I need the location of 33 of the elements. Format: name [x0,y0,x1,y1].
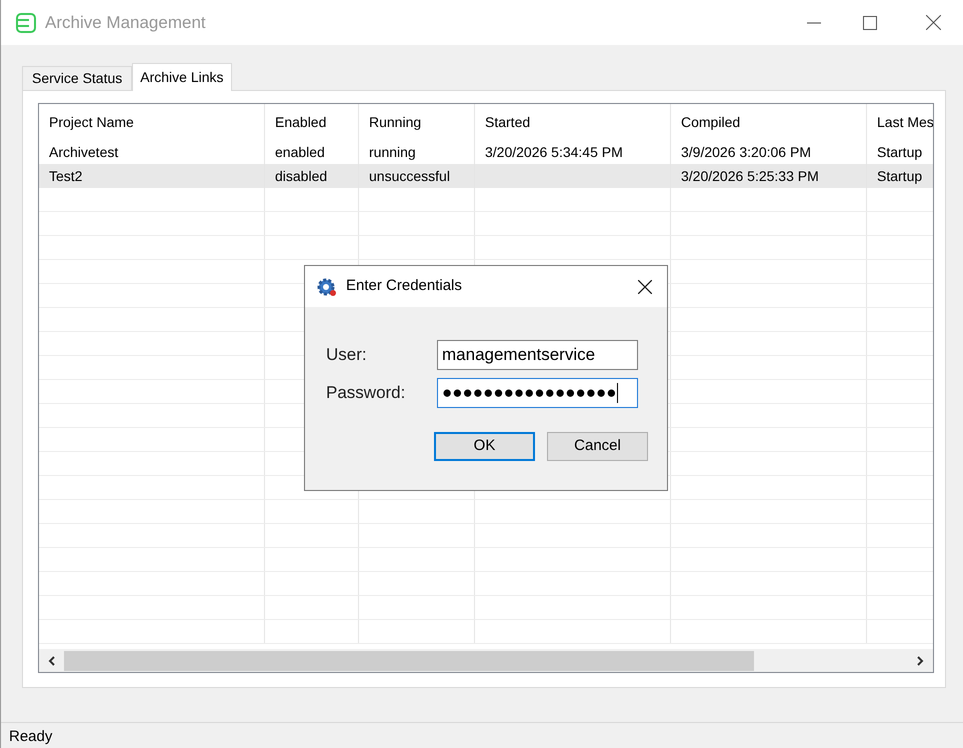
table-cell-text: Test2 [49,166,82,186]
table-cell-text: Startup [877,142,922,162]
scroll-right-icon[interactable] [917,656,924,666]
horizontal-scrollbar[interactable] [39,649,933,672]
maximize-icon [863,16,877,30]
table-cell-text: Archivetest [49,142,118,162]
app-icon [15,12,37,34]
minimize-icon [807,22,821,24]
scrollbar-thumb[interactable] [64,650,754,670]
input-field[interactable]: ●●●●●●●●●●●●●●●●● [437,378,638,408]
close-icon [638,280,652,294]
tab[interactable]: Archive Links [132,63,232,91]
table-cell-text: 3/20/2026 5:34:45 PM [485,142,623,162]
table-cell-text: 3/20/2026 5:25:33 PM [681,166,819,186]
table-row[interactable]: Test2 disabled unsuccessful 3/20/2026 5:25:33 PM Startup [39,164,933,188]
scroll-left-icon[interactable] [48,656,55,666]
table-cell-text: 3/9/2026 3:20:06 PM [681,142,811,162]
table-cell-text: enabled [275,142,325,162]
gear-icon [317,276,337,296]
dialog-title: Enter Credentials [346,276,462,296]
field-label: Password: [326,382,406,404]
window-title: Archive Management [45,12,206,34]
dialog-button[interactable]: Cancel [547,432,648,461]
table-cell-text: disabled [275,166,328,186]
table-cell-text: Startup [877,166,922,186]
close-icon [926,15,940,30]
dialog-button[interactable]: OK [434,432,535,461]
field-label: User: [326,344,368,366]
status-text: Ready [9,726,52,746]
table-cell-text: running [369,142,416,162]
input-field[interactable]: managementservice [437,340,638,370]
table-cell-text: unsuccessful [369,166,450,186]
tab[interactable]: Service Status [22,66,132,90]
